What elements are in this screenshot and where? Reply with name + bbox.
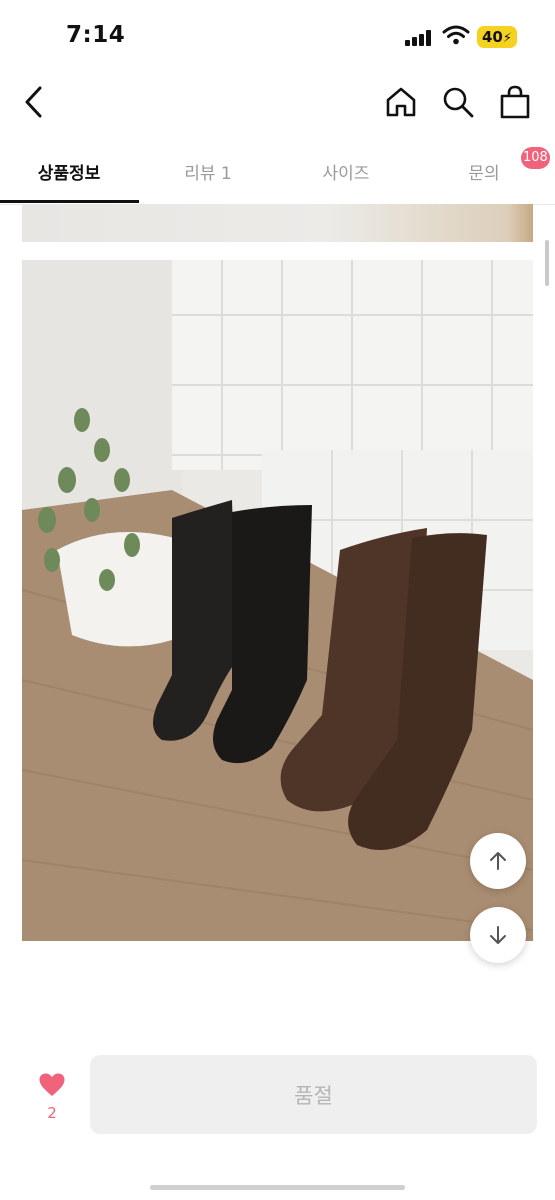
home-icon (386, 87, 416, 117)
battery-charging-icon: 40⚡ (477, 26, 517, 48)
tab-inquiry[interactable]: 문의 (415, 140, 553, 202)
scroll-down-button[interactable] (470, 907, 526, 963)
scrollbar-thumb[interactable] (545, 240, 549, 286)
tab-active-indicator (0, 200, 139, 203)
home-indicator (150, 1185, 405, 1190)
back-button[interactable] (12, 80, 56, 124)
like-button[interactable]: 2 (28, 1068, 76, 1128)
like-count: 2 (47, 1104, 57, 1122)
app-header: 108 (0, 70, 555, 169)
bottom-action-bar: 2 품절 (0, 1040, 555, 1150)
search-icon (443, 87, 474, 118)
product-photo-boots (22, 260, 533, 941)
heart-icon (39, 1073, 65, 1096)
tab-reviews[interactable]: 리뷰 1 (139, 140, 277, 202)
arrow-down-icon (490, 926, 506, 944)
cart-button[interactable] (493, 80, 537, 124)
tab-size[interactable]: 사이즈 (277, 140, 415, 202)
shopping-bag-icon (500, 85, 530, 119)
status-time: 7:14 (66, 22, 126, 48)
home-button[interactable] (379, 80, 423, 124)
search-button[interactable] (436, 80, 480, 124)
cellular-signal-icon (405, 30, 433, 46)
tab-product-info[interactable]: 상품정보 (0, 140, 138, 202)
battery-level: 40 (481, 28, 503, 46)
product-tabs: 상품정보 리뷰 1 사이즈 문의 (0, 140, 555, 205)
status-bar: 7:14 40⚡ (0, 0, 555, 70)
scroll-to-top-button[interactable] (470, 833, 526, 889)
previous-product-image (22, 204, 533, 242)
back-chevron-icon (25, 86, 42, 118)
wifi-icon (442, 25, 470, 45)
sold-out-button[interactable]: 품절 (90, 1055, 537, 1134)
arrow-up-icon (490, 852, 506, 870)
